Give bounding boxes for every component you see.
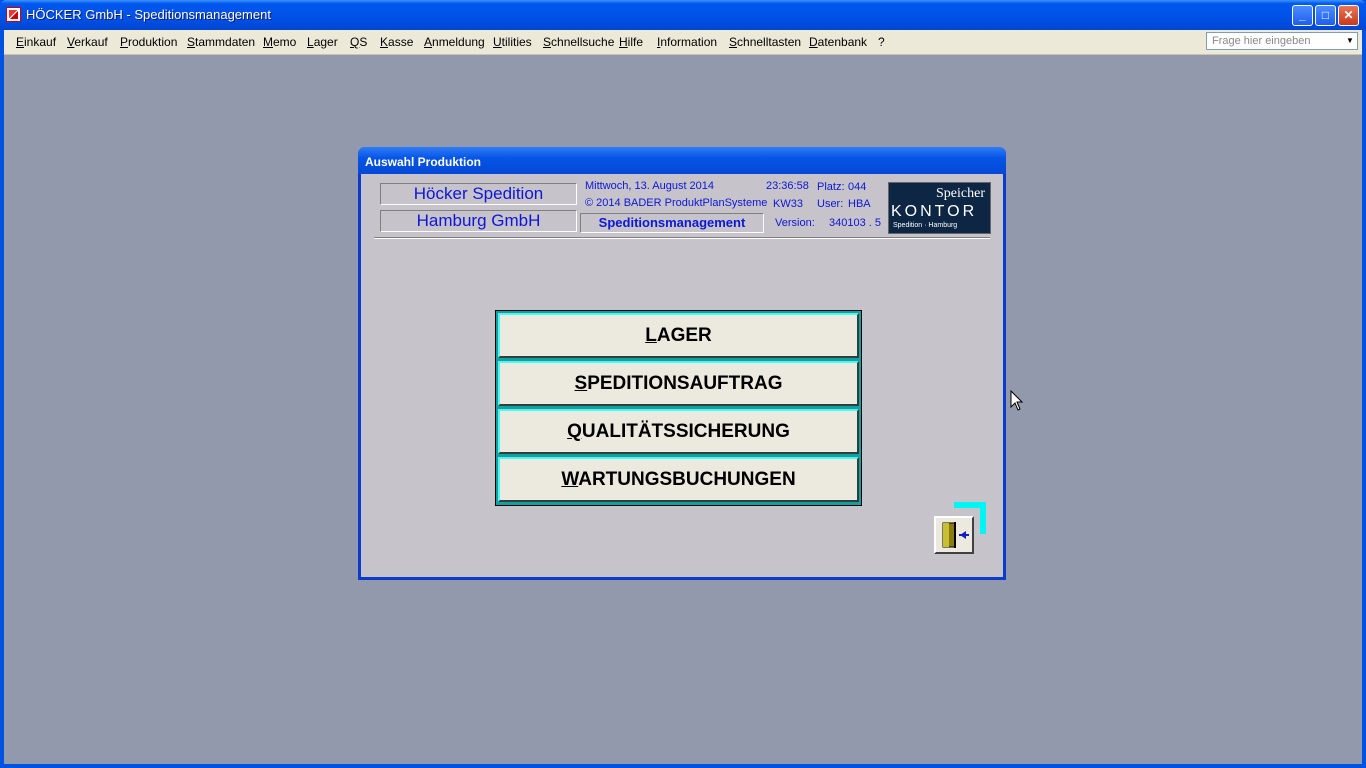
menu-schnellsuche[interactable]: Schnellsuche bbox=[543, 35, 614, 49]
minimize-button[interactable]: _ bbox=[1292, 5, 1313, 26]
menu-datenbank[interactable]: Datenbank bbox=[809, 35, 867, 49]
mouse-cursor-icon bbox=[1010, 390, 1024, 411]
company-line2: Hamburg GmbH bbox=[380, 210, 577, 232]
version-label: Version: bbox=[775, 217, 815, 229]
menu-anmeldung[interactable]: Anmeldung bbox=[424, 35, 485, 49]
menu-schnelltasten[interactable]: Schnelltasten bbox=[729, 35, 801, 49]
menu-lager[interactable]: Lager bbox=[307, 35, 338, 49]
dialog-title: Auswahl Produktion bbox=[365, 155, 482, 169]
current-date: Mittwoch, 13. August 2014 bbox=[585, 180, 715, 192]
menu-bar: Einkauf Verkauf Produktion Stammdaten Me… bbox=[4, 30, 1362, 55]
platz-label: Platz: bbox=[817, 181, 845, 193]
lager-button[interactable]: LAGER bbox=[498, 313, 859, 358]
close-button[interactable]: ✕ bbox=[1338, 5, 1359, 26]
help-search-placeholder: Frage hier eingeben bbox=[1212, 35, 1311, 47]
exit-door-icon bbox=[942, 522, 969, 548]
dialog-body: Höcker Spedition Hamburg GmbH Speditions… bbox=[361, 174, 1003, 577]
menu-utilities[interactable]: Utilities bbox=[493, 35, 532, 49]
chevron-down-icon[interactable]: ▼ bbox=[1344, 34, 1356, 48]
module-name: Speditionsmanagement bbox=[580, 213, 764, 233]
menu-memo[interactable]: Memo bbox=[263, 35, 296, 49]
auswahl-produktion-dialog: Auswahl Produktion Höcker Spedition Hamb… bbox=[358, 147, 1006, 580]
help-search-input[interactable]: Frage hier eingeben ▼ bbox=[1206, 32, 1358, 50]
app-icon[interactable] bbox=[6, 7, 21, 22]
week-number: KW33 bbox=[773, 198, 803, 210]
menu-einkauf[interactable]: Einkauf bbox=[16, 35, 56, 49]
wartungsbuchungen-button[interactable]: WARTUNGSBUCHUNGEN bbox=[498, 457, 859, 502]
menu-verkauf[interactable]: Verkauf bbox=[67, 35, 108, 49]
dialog-title-bar[interactable]: Auswahl Produktion bbox=[358, 147, 1006, 174]
speicher-kontor-logo: Speicher KONTOR Spedition · Hamburg bbox=[888, 182, 991, 234]
copyright: © 2014 BADER ProduktPlanSysteme bbox=[585, 197, 768, 209]
current-time: 23:36:58 bbox=[766, 180, 809, 192]
app-window: HÖCKER GmbH - Speditionsmanagement _ □ ✕… bbox=[0, 0, 1366, 768]
menu-stammdaten[interactable]: Stammdaten bbox=[187, 35, 255, 49]
window-title: HÖCKER GmbH - Speditionsmanagement bbox=[26, 7, 271, 22]
maximize-button[interactable]: □ bbox=[1315, 5, 1336, 26]
menu-information[interactable]: Information bbox=[657, 35, 717, 49]
header-divider bbox=[374, 237, 990, 239]
platz-value: 044 bbox=[848, 181, 867, 193]
title-bar[interactable]: HÖCKER GmbH - Speditionsmanagement _ □ ✕ bbox=[0, 0, 1366, 30]
qualitaetssicherung-button[interactable]: QUALITÄTSSICHERUNG bbox=[498, 409, 859, 454]
menu-qs[interactable]: QS bbox=[350, 35, 367, 49]
version-value: 340103 . 5 bbox=[829, 217, 881, 229]
user-value: HBA bbox=[848, 198, 871, 210]
production-menu-panel: LAGER SPEDITIONSAUFTRAG QUALITÄTSSICHERU… bbox=[495, 310, 862, 506]
menu-produktion[interactable]: Produktion bbox=[120, 35, 177, 49]
menu-hilfe[interactable]: Hilfe bbox=[619, 35, 643, 49]
company-line1: Höcker Spedition bbox=[380, 183, 577, 205]
exit-button[interactable] bbox=[934, 516, 974, 554]
user-label: User: bbox=[817, 198, 844, 210]
speditionsauftrag-button[interactable]: SPEDITIONSAUFTRAG bbox=[498, 361, 859, 406]
exit-control bbox=[934, 502, 986, 554]
menu-help-question[interactable]: ? bbox=[878, 35, 885, 49]
menu-kasse[interactable]: Kasse bbox=[380, 35, 413, 49]
